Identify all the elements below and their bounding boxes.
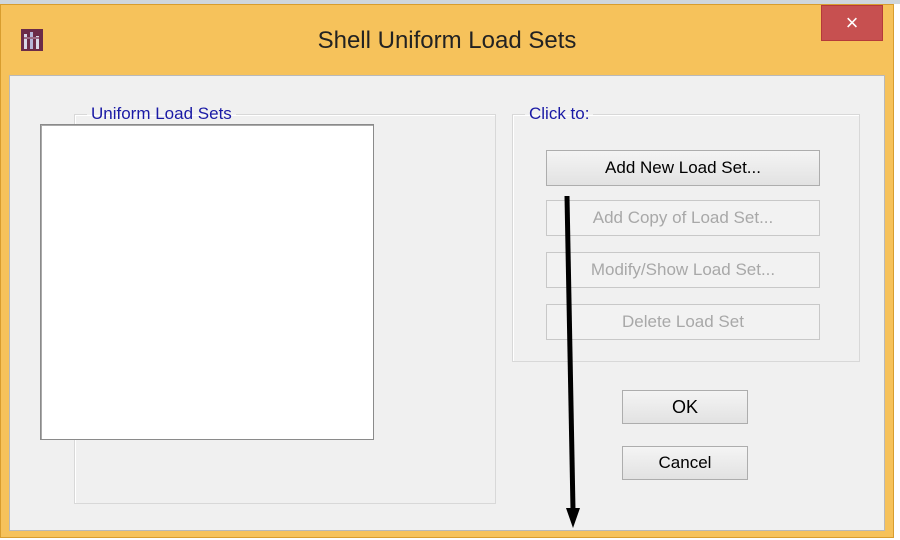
modify-show-load-set-button[interactable]: Modify/Show Load Set... (546, 252, 820, 288)
ok-button[interactable]: OK (622, 390, 748, 424)
uniform-load-sets-legend: Uniform Load Sets (91, 104, 232, 123)
dialog-client-area: Uniform Load Sets Click to: Add New Load… (9, 75, 885, 531)
window-title: Shell Uniform Load Sets (317, 27, 577, 54)
load-sets-listbox[interactable] (40, 124, 374, 440)
delete-load-set-button[interactable]: Delete Load Set (546, 304, 820, 340)
add-new-load-set-button[interactable]: Add New Load Set... (546, 150, 820, 186)
close-button[interactable]: × (821, 5, 883, 41)
title-bar[interactable]: Shell Uniform Load Sets × (1, 5, 893, 75)
add-copy-load-set-button[interactable]: Add Copy of Load Set... (546, 200, 820, 236)
dialog-window: Shell Uniform Load Sets × Uniform Load S… (0, 4, 894, 538)
click-to-legend: Click to: (529, 104, 590, 123)
cancel-button[interactable]: Cancel (622, 446, 748, 480)
